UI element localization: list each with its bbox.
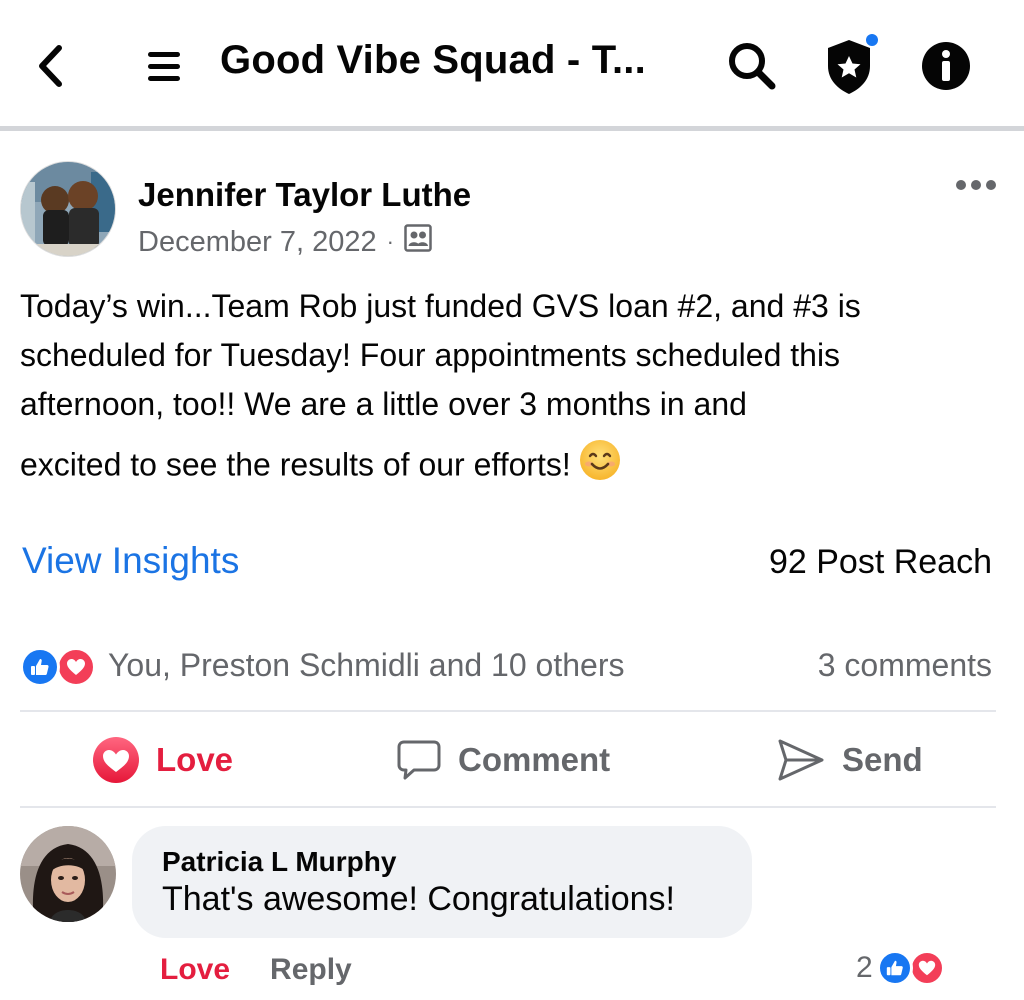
love-reaction-icon — [92, 736, 140, 784]
comment-button[interactable]: Comment — [396, 712, 610, 808]
info-icon[interactable] — [918, 38, 974, 94]
smiling-face-icon — [579, 439, 621, 495]
back-icon[interactable] — [30, 40, 70, 92]
notification-dot — [866, 34, 878, 46]
view-insights-link[interactable]: View Insights — [22, 540, 239, 582]
post-reach: 92 Post Reach — [768, 543, 992, 581]
admin-shield-star-icon[interactable] — [818, 32, 884, 98]
comment-icon — [396, 738, 442, 782]
love-label: Love — [156, 741, 234, 778]
post-text-line: excited to see the results of our effort… — [20, 446, 571, 483]
search-icon[interactable] — [722, 36, 782, 96]
comment-reactions[interactable]: 2 — [856, 946, 945, 990]
like-icon — [876, 950, 913, 986]
header-divider — [0, 126, 1024, 131]
post-text: Today’s win...Team Rob just funded GVS l… — [20, 282, 1004, 495]
more-options-icon[interactable] — [952, 170, 1000, 200]
love-button[interactable]: Love — [92, 712, 233, 808]
group-title[interactable]: Good Vibe Squad - T... — [220, 38, 646, 83]
post-date[interactable]: December 7, 2022 — [138, 226, 377, 259]
commenter-name[interactable]: Patricia L Murphy — [162, 846, 396, 878]
send-button[interactable]: Send — [776, 712, 923, 808]
meta-separator: · — [386, 229, 394, 254]
comments-count[interactable]: 3 comments — [818, 647, 992, 684]
reactions-row[interactable]: You, Preston Schmidli and 10 others 3 co… — [20, 640, 992, 694]
post-meta: December 7, 2022 · — [138, 222, 432, 262]
love-icon — [908, 950, 945, 986]
reaction-icons[interactable] — [20, 647, 100, 687]
love-icon — [56, 647, 96, 687]
author-name[interactable]: Jennifer Taylor Luthe — [138, 176, 471, 214]
send-icon — [776, 737, 826, 783]
group-members-icon — [404, 224, 432, 260]
commenter-avatar[interactable] — [20, 826, 116, 922]
comment-reply-button[interactable]: Reply — [270, 953, 352, 987]
like-icon — [20, 647, 60, 687]
post-text-line: Today’s win...Team Rob just funded GVS l… — [20, 288, 861, 324]
author-avatar[interactable] — [20, 161, 116, 257]
post-text-line: afternoon, too!! We are a little over 3 … — [20, 386, 747, 422]
comment-love-button[interactable]: Love — [160, 953, 230, 987]
comment-actions: Love Reply — [160, 948, 352, 992]
action-bar: Love Comment Send — [0, 712, 1024, 808]
post-text-line: scheduled for Tuesday! Four appointments… — [20, 337, 841, 373]
menu-icon[interactable] — [140, 40, 188, 92]
comment-reaction-count: 2 — [856, 951, 873, 984]
top-bar: Good Vibe Squad - T... — [0, 0, 1024, 128]
divider — [20, 806, 996, 808]
comment-text: That's awesome! Congratulations! — [162, 880, 675, 918]
comment-label: Comment — [458, 741, 611, 778]
reactions-summary[interactable]: You, Preston Schmidli and 10 others — [108, 647, 624, 684]
send-label: Send — [842, 741, 923, 778]
comment-bubble[interactable]: Patricia L Murphy That's awesome! Congra… — [132, 826, 752, 938]
